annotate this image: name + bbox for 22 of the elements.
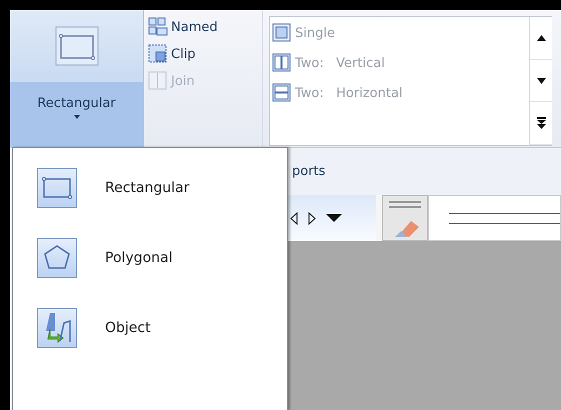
expand-icon xyxy=(536,117,546,130)
caret-icon xyxy=(74,115,80,119)
horizontal-split-icon xyxy=(272,83,292,103)
clip-icon xyxy=(148,44,168,64)
rectangle-icon xyxy=(54,26,98,66)
vertical-split-icon xyxy=(272,53,292,73)
menu-item[interactable]: Object xyxy=(13,308,287,348)
tab-label: ports xyxy=(292,164,326,179)
down-arrow-icon xyxy=(536,78,546,84)
dropdown-button[interactable] xyxy=(326,214,342,222)
previous-button[interactable] xyxy=(290,212,298,224)
join-icon xyxy=(148,71,168,91)
single-pane-icon xyxy=(272,23,292,43)
menu-item[interactable]: Rectangular xyxy=(13,168,287,208)
rectangle-icon xyxy=(37,168,77,208)
grid-icon xyxy=(148,17,168,37)
clip-button[interactable]: Clip xyxy=(148,43,258,65)
up-arrow-icon xyxy=(536,34,546,41)
named-button[interactable]: Named xyxy=(148,16,258,38)
menu-item[interactable]: Polygonal xyxy=(13,238,287,278)
next-button[interactable] xyxy=(308,212,316,224)
text-field[interactable] xyxy=(428,195,561,241)
